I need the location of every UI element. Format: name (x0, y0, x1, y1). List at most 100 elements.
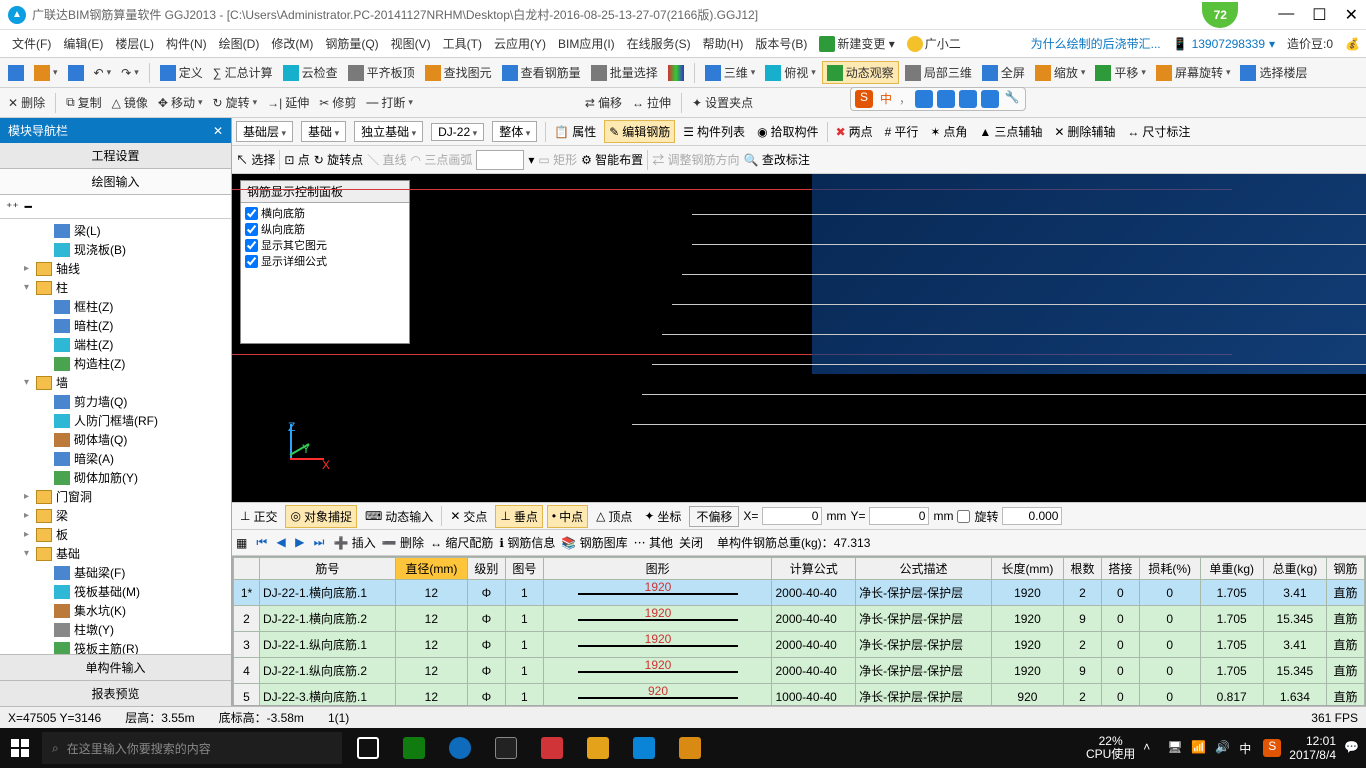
tray-monitor-icon[interactable]: 🖥 (1167, 740, 1183, 756)
taskview-button[interactable] (348, 728, 388, 768)
tree-node[interactable]: ▾墙 (2, 373, 229, 392)
rect-button[interactable]: ▭ 矩形 (538, 151, 577, 168)
user-link[interactable]: 广小二 (901, 31, 967, 57)
define-button[interactable]: 定义 (156, 62, 207, 83)
ime-toolbar[interactable]: S 中 ， 🔧 (850, 87, 1026, 111)
save-button[interactable] (64, 63, 88, 83)
next-button[interactable]: ▶ (292, 535, 307, 549)
coord-button[interactable]: ✦ 坐标 (640, 506, 685, 527)
menu-member[interactable]: 构件(N) (160, 31, 213, 56)
copy-button[interactable]: ⧉ 复制 (62, 92, 106, 113)
select-button[interactable]: ↖ 选择 (236, 151, 275, 168)
ortho-button[interactable]: ⊥ 正交 (236, 506, 281, 527)
nav-tab-report[interactable]: 报表预览 (0, 680, 231, 706)
menu-view[interactable]: 视图(V) (385, 31, 437, 56)
ime-mic-icon[interactable] (915, 90, 933, 108)
phone-label[interactable]: 📱 13907298339 ▾ (1173, 37, 1275, 51)
delete-button[interactable]: ✕ 删除 (4, 92, 49, 113)
tray-net-icon[interactable]: 📶 (1191, 740, 1207, 756)
ime-keyboard-icon[interactable] (959, 90, 977, 108)
rebar-display-checkbox[interactable]: 显示其它图元 (245, 237, 405, 253)
close-button[interactable]: ✕ (1345, 5, 1358, 25)
tree-node[interactable]: 梁(L) (2, 221, 229, 240)
smart-place-button[interactable]: ⚙ 智能布置 (581, 151, 643, 168)
pan-button[interactable]: 平移 (1091, 62, 1150, 83)
task-music-icon[interactable] (578, 728, 618, 768)
tray-sogou-icon[interactable]: S (1263, 739, 1281, 757)
minimize-button[interactable]: — (1278, 5, 1294, 25)
rebar-info-button[interactable]: ℹ 钢筋信息 (499, 534, 555, 551)
floor-select[interactable]: 基础层 (236, 121, 293, 142)
nav-close-button[interactable]: ✕ (213, 124, 223, 138)
rebar-lib-button[interactable]: 📚 钢筋图库 (561, 534, 627, 551)
menu-modify[interactable]: 修改(M) (265, 31, 319, 56)
pick-member-button[interactable]: ◉ 拾取构件 (753, 121, 823, 142)
tray-up-icon[interactable]: ˄ (1143, 740, 1159, 756)
menu-rebar[interactable]: 钢筋量(Q) (319, 31, 384, 56)
menu-version[interactable]: 版本号(B) (749, 31, 813, 56)
trim-button[interactable]: ✂ 修剪 (315, 92, 360, 113)
tree-node[interactable]: 框柱(Z) (2, 297, 229, 316)
rebar-display-checkbox[interactable]: 纵向底筋 (245, 221, 405, 237)
menu-bim[interactable]: BIM应用(I) (552, 31, 621, 56)
task-movies-icon[interactable] (532, 728, 572, 768)
tree-node[interactable]: 现浇板(B) (2, 240, 229, 259)
ime-comma-icon[interactable]: ， (899, 90, 911, 108)
tree-node[interactable]: 剪力墙(Q) (2, 392, 229, 411)
member-select[interactable]: DJ-22 (431, 123, 484, 141)
tree[interactable]: 梁(L)现浇板(B)▸轴线▾柱框柱(Z)暗柱(Z)端柱(Z)构造柱(Z)▾墙剪力… (0, 219, 231, 654)
rebar-display-panel[interactable]: 钢筋显示控制面板 横向底筋 纵向底筋 显示其它图元 显示详细公式 (240, 180, 410, 344)
twopoint-button[interactable]: ✖两点 (832, 121, 877, 142)
view-rebar-button[interactable]: 查看钢筋量 (498, 62, 585, 83)
tree-node[interactable]: ▾柱 (2, 278, 229, 297)
nav-expand-icon[interactable]: ⁺⁺ (6, 200, 19, 214)
cpu-usage[interactable]: 22%CPU使用 (1086, 735, 1135, 761)
tree-node[interactable]: 筏板主筋(R) (2, 639, 229, 654)
tree-node[interactable]: ▸梁 (2, 506, 229, 525)
tray-ime-indicator[interactable]: 中 (1239, 740, 1255, 756)
find-entity-button[interactable]: 查找图元 (421, 62, 496, 83)
stretch-button[interactable]: ↔ 拉伸 (628, 92, 675, 113)
task-edge-icon[interactable] (440, 728, 480, 768)
grid-wrap[interactable]: 筋号直径(mm)级别图号图形计算公式公式描述长度(mm)根数搭接损耗(%)单重(… (232, 556, 1366, 706)
menu-online[interactable]: 在线服务(S) (621, 31, 697, 56)
body-select[interactable]: 整体 (492, 121, 537, 142)
batch-select-button[interactable]: 批量选择 (587, 62, 662, 83)
rebar-table[interactable]: 筋号直径(mm)级别图号图形计算公式公式描述长度(mm)根数搭接损耗(%)单重(… (233, 557, 1365, 706)
chg-mark-button[interactable]: 🔍 查改标注 (744, 151, 810, 168)
row-delete-button[interactable]: ➖ 删除 (382, 534, 424, 551)
screen-rotate-button[interactable]: 屏幕旋转 (1152, 62, 1235, 83)
local3d-button[interactable]: 局部三维 (901, 62, 976, 83)
tree-node[interactable]: 柱墩(Y) (2, 620, 229, 639)
first-button[interactable]: ⏮ (253, 535, 270, 549)
tree-node[interactable]: ▸门窗洞 (2, 487, 229, 506)
tree-node[interactable]: ▸轴线 (2, 259, 229, 278)
task-notes-icon[interactable] (670, 728, 710, 768)
category-select[interactable]: 基础 (301, 121, 346, 142)
dyninput-button[interactable]: ⌨ 动态输入 (361, 506, 437, 527)
tree-node[interactable]: 砌体墙(Q) (2, 430, 229, 449)
start-button[interactable] (0, 728, 40, 768)
tree-node[interactable]: 构造柱(Z) (2, 354, 229, 373)
angle-button[interactable]: ✶ 点角 (926, 121, 971, 142)
mirror-button[interactable]: △ 镜像 (108, 92, 152, 113)
menu-tool[interactable]: 工具(T) (437, 31, 488, 56)
menu-file[interactable]: 文件(F) (6, 31, 57, 56)
nav-collapse-icon[interactable]: ━ (25, 200, 32, 214)
tray-sound-icon[interactable]: 🔊 (1215, 740, 1231, 756)
x-input[interactable] (762, 507, 822, 525)
tree-node[interactable]: 基础梁(F) (2, 563, 229, 582)
nav-tab-single[interactable]: 单构件输入 (0, 654, 231, 680)
nav-tab-draw[interactable]: 绘图输入 (0, 169, 231, 195)
ime-settings-icon[interactable]: 🔧 (1003, 90, 1021, 108)
zoom-button[interactable]: 缩放 (1031, 62, 1090, 83)
table-row[interactable]: 4DJ-22-1.纵向底筋.212Φ119202000-40-40净长-保护层-… (234, 658, 1365, 684)
subtype-select[interactable]: 独立基础 (354, 121, 423, 142)
rotate-point-button[interactable]: ↻ 旋转点 (314, 151, 363, 168)
intersect-button[interactable]: ✕ 交点 (446, 506, 491, 527)
edit-rebar-button[interactable]: ✎ 编辑钢筋 (604, 120, 675, 143)
toggle-side-icon[interactable]: ▦ (236, 536, 247, 550)
attr-button[interactable]: 📋 属性 (550, 121, 600, 142)
tree-node[interactable]: 暗梁(A) (2, 449, 229, 468)
break-button[interactable]: ⎯⎯ 打断 (362, 92, 417, 113)
